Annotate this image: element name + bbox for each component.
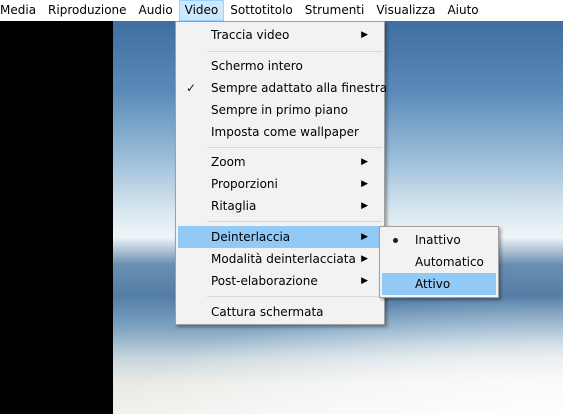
menu-riproduzione[interactable]: Riproduzione <box>42 0 133 21</box>
menu-item-modalita-deinterlacciata[interactable]: Modalità deinterlacciata ▶ <box>178 248 382 270</box>
menu-item-label: Deinterlaccia <box>211 230 291 244</box>
submenu-item-label: Inattivo <box>415 233 461 247</box>
deinterlace-submenu: Inattivo Automatico Attivo <box>379 226 499 298</box>
menu-item-cattura-schermata[interactable]: Cattura schermata <box>178 301 382 323</box>
menu-item-sempre-primo-piano[interactable]: Sempre in primo piano <box>178 99 382 121</box>
submenu-item-attivo[interactable]: Attivo <box>382 273 496 295</box>
menu-item-traccia-video[interactable]: Traccia video ▶ <box>178 24 382 46</box>
menu-item-label: Modalità deinterlacciata <box>211 252 356 266</box>
menu-item-wallpaper[interactable]: Imposta come wallpaper <box>178 121 382 143</box>
menu-item-deinterlaccia[interactable]: Deinterlaccia ▶ <box>178 226 382 248</box>
submenu-item-automatico[interactable]: Automatico <box>382 251 496 273</box>
menu-item-sempre-adattato[interactable]: ✓ Sempre adattato alla finestra <box>178 77 387 99</box>
menu-item-label: Sempre in primo piano <box>211 103 348 117</box>
menu-separator <box>207 51 382 52</box>
submenu-arrow-icon: ▶ <box>361 232 368 242</box>
menu-item-ritaglia[interactable]: Ritaglia ▶ <box>178 195 382 217</box>
video-menu: Traccia video ▶ Schermo intero ✓ Sempre … <box>175 21 387 325</box>
menu-item-label: Imposta come wallpaper <box>211 125 359 139</box>
menu-item-label: Zoom <box>211 155 246 169</box>
submenu-item-label: Automatico <box>415 255 484 269</box>
submenu-item-inattivo[interactable]: Inattivo <box>382 229 496 251</box>
menu-item-schermo-intero[interactable]: Schermo intero <box>178 55 382 77</box>
menu-item-label: Proporzioni <box>211 177 278 191</box>
menu-sottotitolo[interactable]: Sottotitolo <box>224 0 298 21</box>
menu-separator <box>207 221 382 222</box>
menu-aiuto[interactable]: Aiuto <box>441 0 484 21</box>
menu-item-post-elaborazione[interactable]: Post-elaborazione ▶ <box>178 270 382 292</box>
menu-item-proporzioni[interactable]: Proporzioni ▶ <box>178 173 382 195</box>
menu-item-label: Post-elaborazione <box>211 274 318 288</box>
submenu-arrow-icon: ▶ <box>361 254 368 264</box>
menu-bar: Media Riproduzione Audio Video Sottotito… <box>0 0 563 21</box>
submenu-arrow-icon: ▶ <box>361 179 368 189</box>
menu-item-label: Ritaglia <box>211 199 257 213</box>
menu-separator <box>207 296 382 297</box>
menu-item-label: Sempre adattato alla finestra <box>211 81 388 95</box>
submenu-arrow-icon: ▶ <box>361 157 368 167</box>
menu-strumenti[interactable]: Strumenti <box>299 0 371 21</box>
menu-separator <box>207 147 382 148</box>
submenu-arrow-icon: ▶ <box>361 201 368 211</box>
radio-dot-icon <box>393 238 398 243</box>
menu-item-label: Schermo intero <box>211 59 303 73</box>
submenu-arrow-icon: ▶ <box>361 276 368 286</box>
menu-audio[interactable]: Audio <box>133 0 179 21</box>
submenu-item-label: Attivo <box>415 277 451 291</box>
menu-visualizza[interactable]: Visualizza <box>370 0 441 21</box>
menu-video[interactable]: Video <box>178 0 225 21</box>
menu-media[interactable]: Media <box>0 0 42 21</box>
menu-item-label: Cattura schermata <box>211 305 324 319</box>
menu-item-zoom[interactable]: Zoom ▶ <box>178 151 382 173</box>
check-icon: ✓ <box>186 81 197 95</box>
menu-item-label: Traccia video <box>211 28 290 42</box>
submenu-arrow-icon: ▶ <box>361 30 368 40</box>
